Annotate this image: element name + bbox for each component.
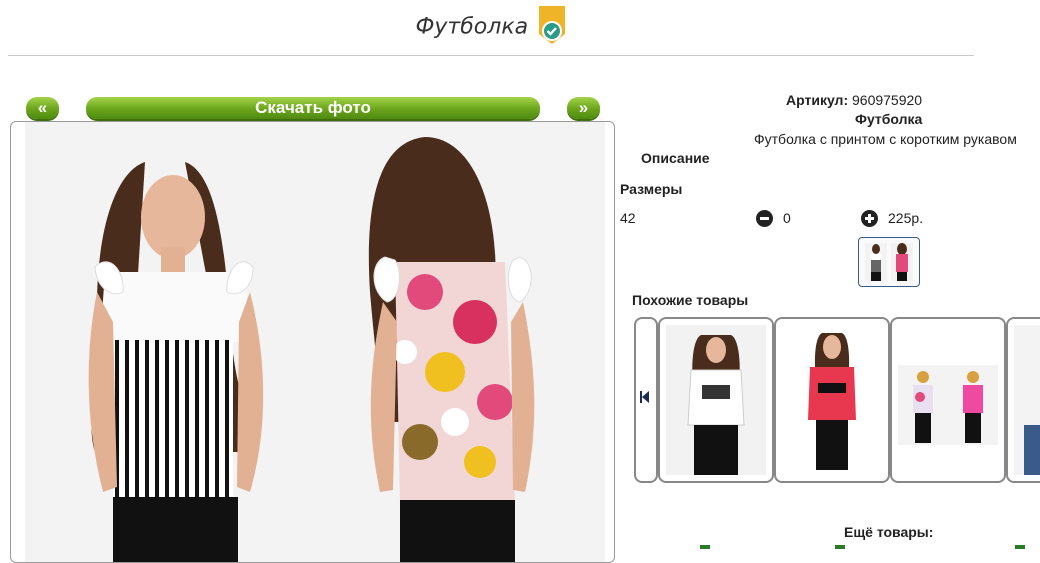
- prev-photo-button[interactable]: «: [26, 97, 59, 119]
- similar-item-card[interactable]: [658, 317, 774, 483]
- sizes-label: Размеры: [620, 181, 683, 197]
- increase-quantity-icon[interactable]: [861, 210, 878, 227]
- carousel-prev-icon[interactable]: [634, 317, 658, 483]
- page-header: Футболка: [0, 6, 980, 46]
- decrease-quantity-icon[interactable]: [756, 210, 773, 227]
- article-label: Артикул:: [786, 92, 849, 108]
- product-description: Футболка с принтом с коротким рукавом: [754, 131, 1017, 147]
- quantity-value: 0: [783, 210, 791, 226]
- product-name: Футболка: [855, 111, 923, 127]
- similar-item-card[interactable]: [774, 317, 890, 483]
- product-photo-frame: [10, 121, 615, 563]
- article-line: Артикул: 960975920: [786, 92, 986, 108]
- size-value: 42: [620, 210, 636, 226]
- similar-item-card[interactable]: [1006, 317, 1040, 483]
- photo-thumbnail[interactable]: [858, 237, 920, 287]
- download-photo-button[interactable]: Скачать фото: [86, 97, 540, 119]
- description-label: Описание: [641, 150, 710, 166]
- header-divider: [8, 55, 974, 56]
- size-price: 225р.: [888, 210, 924, 226]
- article-value: 960975920: [852, 92, 923, 108]
- similar-item-card[interactable]: [890, 317, 1006, 483]
- more-products-strip: [690, 545, 1040, 549]
- similar-products-label: Похожие товары: [632, 292, 749, 308]
- page-title: Футболка: [415, 14, 529, 40]
- size-row: 42 0 225р.: [620, 210, 1040, 228]
- verified-badge-icon: [538, 6, 565, 44]
- more-products-label: Ещё товары:: [844, 524, 934, 540]
- product-photo[interactable]: [25, 122, 605, 562]
- next-photo-button[interactable]: »: [567, 97, 600, 119]
